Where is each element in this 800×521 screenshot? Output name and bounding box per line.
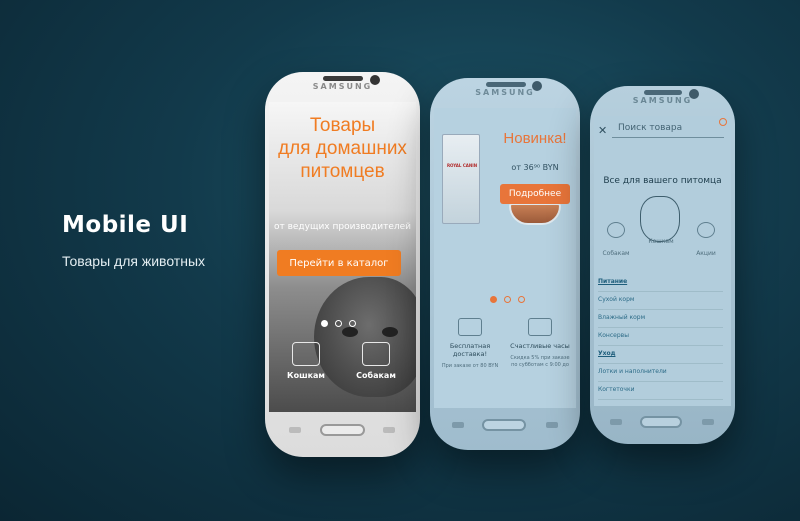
slider-dot[interactable]	[349, 320, 356, 327]
cat-icon[interactable]	[640, 196, 680, 242]
back-key[interactable]	[383, 427, 395, 433]
delivery-truck-icon	[458, 318, 482, 336]
product-brand: ROYAL CANIN	[446, 163, 478, 168]
phone-product-screen: SAMSUNG ROYAL CANIN Новинка! от 36⁹⁰ BYN…	[430, 78, 580, 450]
dog-icon	[607, 222, 625, 238]
cat-eye-right	[382, 327, 398, 337]
discount-tag-icon	[528, 318, 552, 336]
phone-menu-screen: SAMSUNG ✕ Поиск товара Все для вашего пи…	[590, 86, 735, 444]
feature-title: Бесплатная доставка!	[449, 342, 491, 358]
option-dogs[interactable]: Собакам	[596, 222, 636, 257]
feature-title: Счастливые часы	[510, 342, 570, 350]
slider-dot[interactable]	[321, 320, 328, 327]
search-icon[interactable]	[719, 118, 727, 126]
recent-apps-key[interactable]	[610, 419, 622, 425]
category-menu: Питание Сухой корм Влажный корм Консервы…	[598, 274, 723, 400]
sale-icon	[697, 222, 715, 238]
product-screen: ROYAL CANIN Новинка! от 36⁹⁰ BYN Подробн…	[434, 108, 576, 408]
slider-dot[interactable]	[490, 296, 497, 303]
cat-eye-left	[342, 327, 358, 337]
category-label: Собакам	[356, 371, 396, 380]
home-title-line: для домашних	[278, 138, 407, 159]
slider-dot[interactable]	[335, 320, 342, 327]
phone-brand: SAMSUNG	[312, 82, 373, 91]
home-title: Товары для домашних питомцев	[269, 114, 416, 183]
feature-happy-hours: Счастливые часы Скидка 5% при заказе по …	[510, 318, 570, 369]
option-label: Акции	[696, 250, 716, 257]
menu-group[interactable]: Уход	[598, 346, 723, 364]
home-title-line: питомцев	[300, 161, 385, 182]
recent-apps-key[interactable]	[452, 422, 464, 428]
menu-item[interactable]: Консервы	[598, 328, 723, 346]
feature-text: При заказе от 80 BYN	[441, 363, 499, 369]
hero-title: Mobile UI	[62, 212, 189, 238]
home-title-line: Товары	[309, 115, 376, 136]
recent-apps-key[interactable]	[289, 427, 301, 433]
slider-dot[interactable]	[518, 296, 525, 303]
home-button[interactable]	[640, 416, 682, 428]
slider-dots	[321, 320, 356, 327]
slider-dot[interactable]	[504, 296, 511, 303]
feature-text: Скидка 5% при заказе по субботам с 9:00 …	[510, 355, 570, 368]
cat-food-icon	[292, 342, 320, 366]
close-icon[interactable]: ✕	[598, 124, 607, 137]
menu-group[interactable]: Питание	[598, 274, 723, 292]
promo-banner[interactable]: ROYAL CANIN Новинка! от 36⁹⁰ BYN Подробн…	[434, 118, 576, 248]
option-cats[interactable]: Кошкам	[641, 238, 681, 245]
phone-brand: SAMSUNG	[632, 96, 693, 105]
food-bowl-image	[509, 203, 561, 225]
phone-brand: SAMSUNG	[475, 88, 535, 97]
product-price: от 36⁹⁰ BYN	[511, 163, 559, 172]
phone-speaker	[323, 76, 363, 81]
product-package: ROYAL CANIN	[442, 134, 480, 224]
back-key[interactable]	[702, 419, 714, 425]
search-input[interactable]: Поиск товара	[612, 120, 724, 138]
option-sale[interactable]: Акции	[686, 222, 726, 257]
slider-dots	[490, 296, 525, 303]
back-key[interactable]	[546, 422, 558, 428]
home-button[interactable]	[320, 424, 365, 436]
category-dogs[interactable]: Собакам	[351, 342, 401, 380]
phone-home-screen: SAMSUNG Товары для домашних питомцев от …	[265, 72, 420, 457]
go-to-catalog-button[interactable]: Перейти в каталог	[277, 250, 401, 276]
menu-item[interactable]: Когтеточки	[598, 382, 723, 400]
details-button[interactable]: Подробнее	[500, 184, 570, 204]
home-screen: Товары для домашних питомцев от ведущих …	[269, 102, 416, 412]
feature-delivery: Бесплатная доставка! При заказе от 80 BY…	[440, 318, 500, 370]
home-button[interactable]	[482, 419, 526, 431]
menu-item[interactable]: Сухой корм	[598, 292, 723, 310]
dog-food-icon	[362, 342, 390, 366]
new-product-label: Новинка!	[503, 130, 567, 147]
option-label: Кошкам	[648, 238, 674, 245]
hero-subtitle: Товары для животных	[62, 253, 206, 269]
menu-item[interactable]: Лотки и наполнители	[598, 364, 723, 382]
home-subtitle: от ведущих производителей	[273, 222, 412, 232]
category-label: Кошкам	[287, 371, 325, 380]
menu-item[interactable]: Влажный корм	[598, 310, 723, 328]
phone-speaker	[644, 90, 682, 95]
menu-heading: Все для вашего питомца	[603, 176, 722, 186]
menu-screen: ✕ Поиск товара Все для вашего питомца Со…	[594, 116, 731, 406]
category-cats[interactable]: Кошкам	[281, 342, 331, 380]
option-label: Собакам	[602, 250, 630, 257]
phone-speaker	[486, 82, 526, 87]
